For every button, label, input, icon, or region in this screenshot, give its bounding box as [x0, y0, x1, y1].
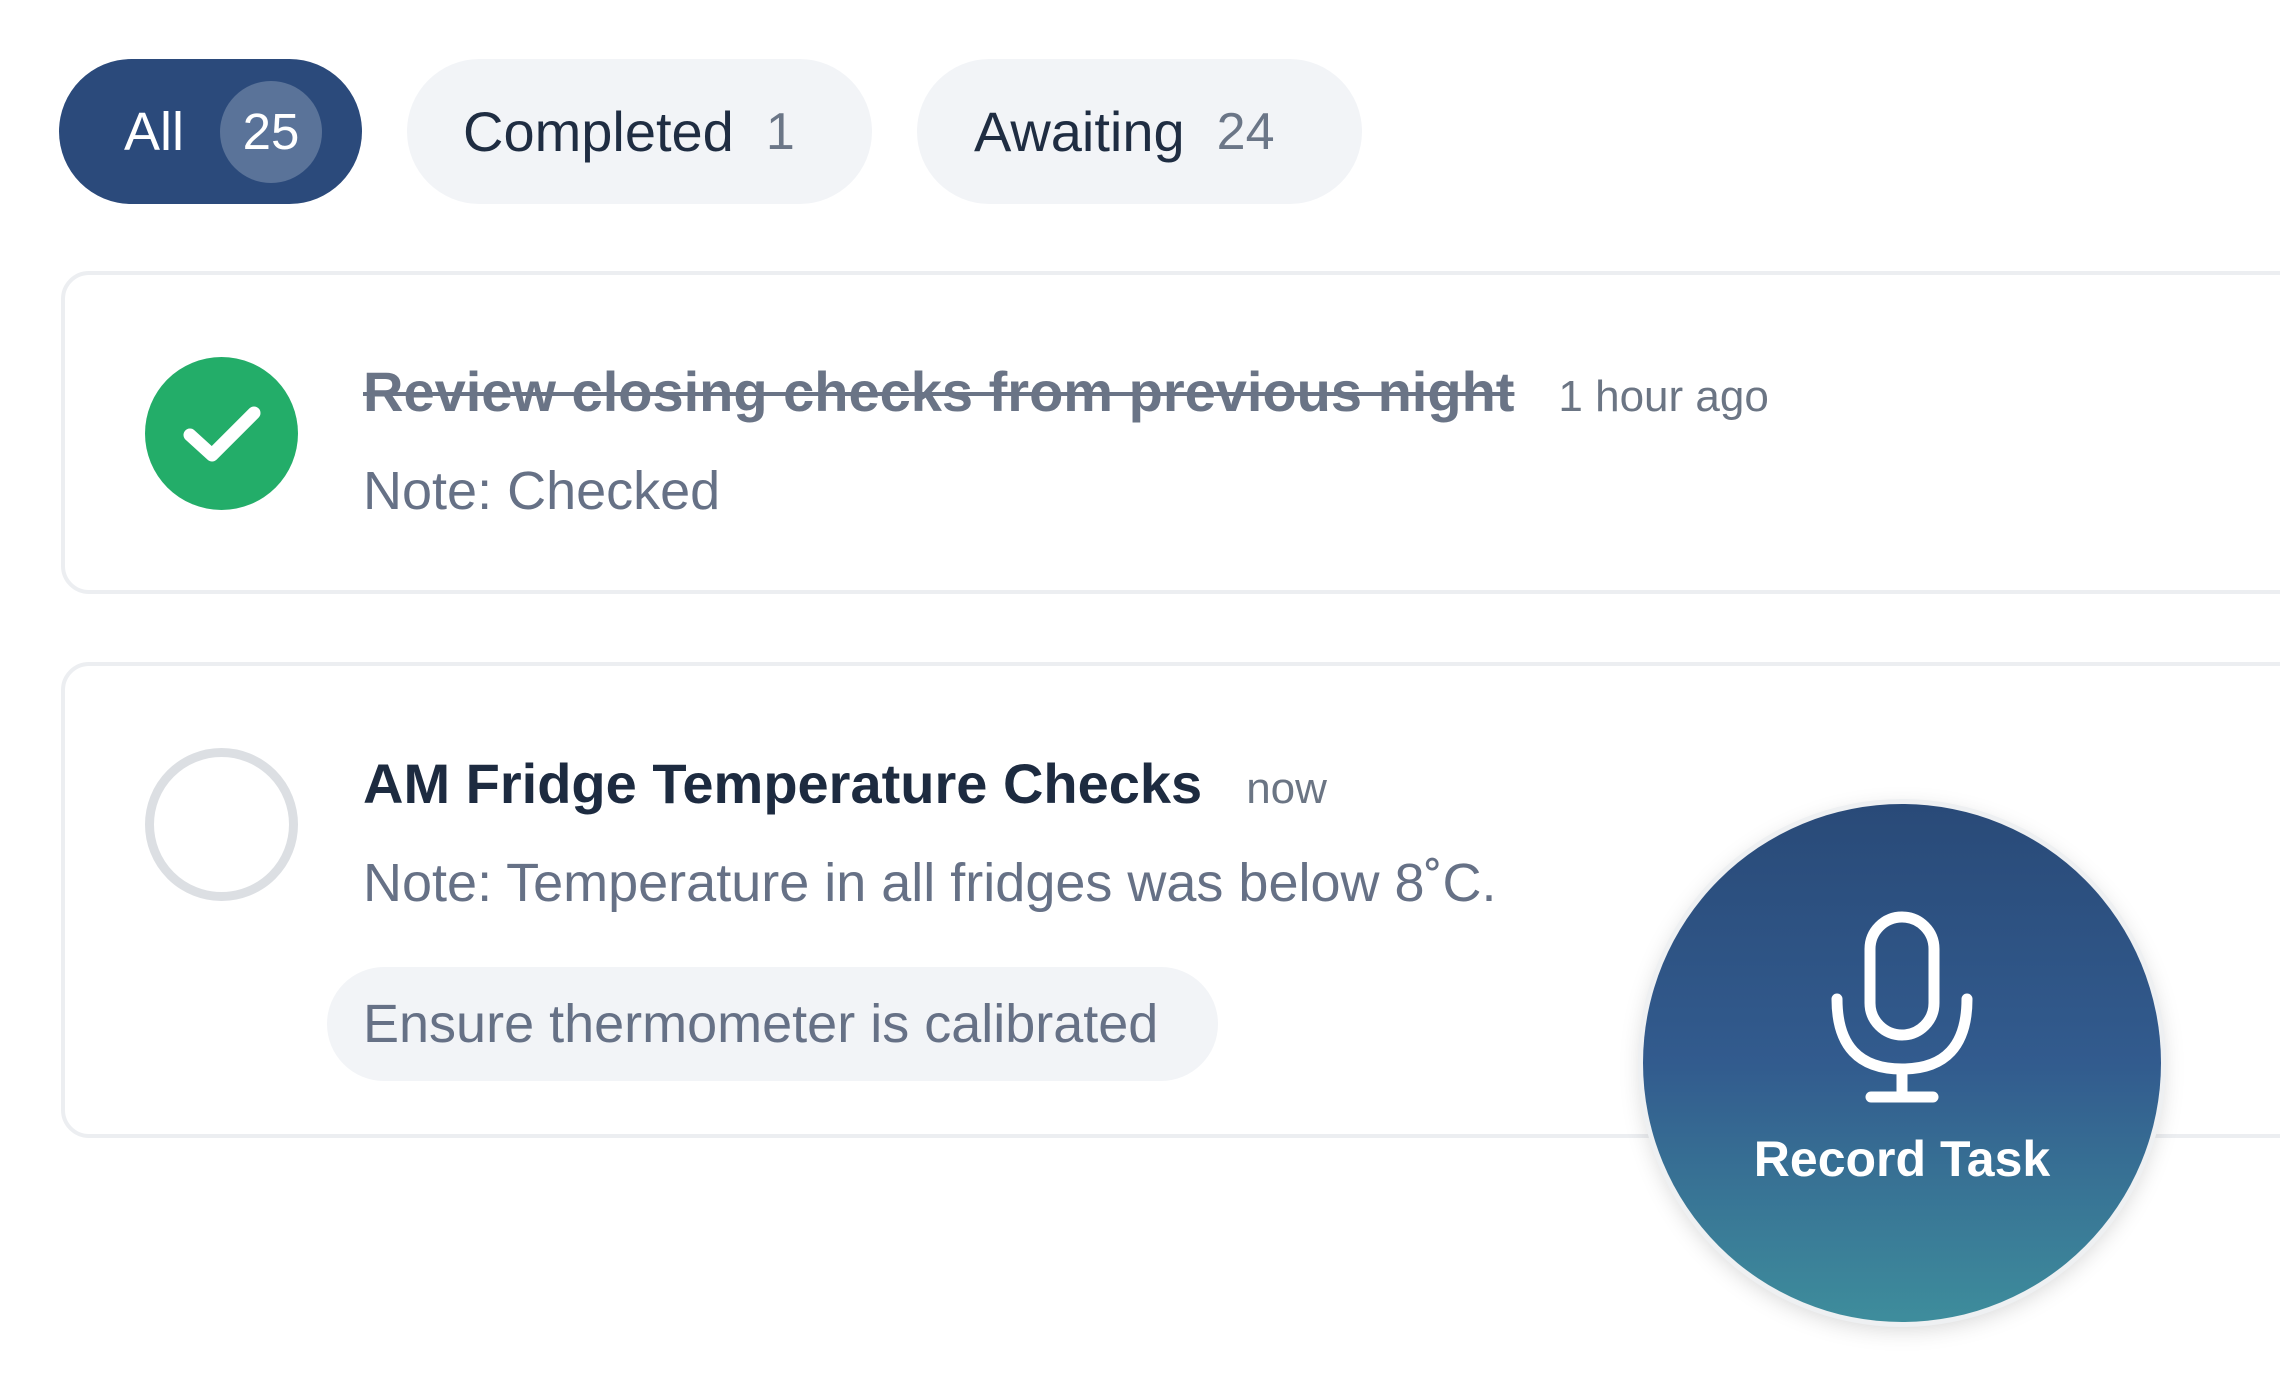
task-status-checkbox[interactable] — [145, 357, 298, 510]
task-note: Note: Temperature in all fridges was bel… — [363, 853, 1497, 913]
task-title-row: AM Fridge Temperature Checks now — [363, 751, 1327, 816]
tab-completed[interactable]: Completed 1 — [407, 59, 872, 204]
tab-awaiting-label: Awaiting — [974, 100, 1185, 163]
microphone-icon — [1831, 911, 1973, 1103]
task-list-page: All 25 Completed 1 Awaiting 24 Review cl… — [0, 0, 2280, 1380]
tab-awaiting-count: 24 — [1216, 102, 1275, 161]
task-timestamp: 1 hour ago — [1558, 372, 1769, 421]
tab-completed-label: Completed — [463, 100, 734, 163]
tab-completed-count: 1 — [765, 102, 795, 161]
record-task-button[interactable]: Record Task — [1643, 804, 2161, 1322]
task-title: Review closing checks from previous nigh… — [363, 360, 1515, 423]
tab-all-count-badge: 25 — [220, 80, 323, 183]
tab-awaiting[interactable]: Awaiting 24 — [917, 59, 1362, 204]
task-title: AM Fridge Temperature Checks — [363, 752, 1203, 815]
task-timestamp: now — [1246, 764, 1327, 813]
task-status-checkbox[interactable] — [145, 748, 298, 901]
record-task-label: Record Task — [1753, 1131, 2051, 1187]
task-instruction-chip: Ensure thermometer is calibrated — [327, 967, 1219, 1081]
task-title-row: Review closing checks from previous nigh… — [363, 359, 1769, 424]
task-note: Note: Checked — [363, 461, 721, 521]
tab-all-label: All — [124, 101, 185, 162]
filter-tabs: All 25 Completed 1 Awaiting 24 — [59, 59, 1362, 204]
check-icon — [183, 406, 260, 461]
task-card-completed[interactable]: Review closing checks from previous nigh… — [61, 271, 2280, 594]
tab-all[interactable]: All 25 — [59, 59, 362, 204]
